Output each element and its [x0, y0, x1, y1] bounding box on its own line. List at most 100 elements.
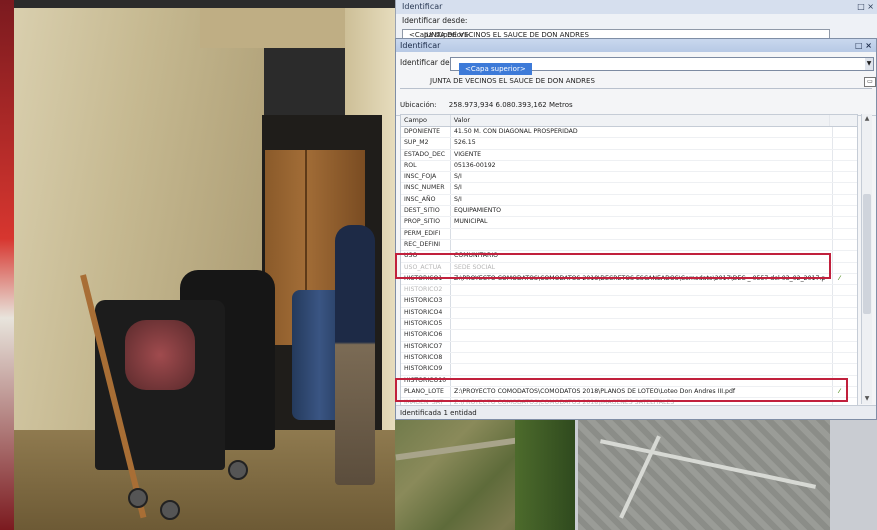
- cell-campo: HISTORICO4: [401, 307, 451, 319]
- cell-campo: SUP_M2: [401, 138, 451, 149]
- cell-valor: S/I: [451, 183, 833, 194]
- cell-valor: [451, 307, 833, 319]
- cell-extra: [833, 342, 857, 352]
- map-vegetation: [515, 412, 575, 530]
- photo-wheel: [228, 460, 248, 480]
- table-row[interactable]: INSC_AÑO S/I: [401, 194, 857, 207]
- scroll-thumb[interactable]: [863, 194, 871, 314]
- cell-campo: ESTADO_DEC: [401, 149, 451, 160]
- table-row[interactable]: PROP_SITIO MUNICIPAL: [401, 217, 857, 229]
- cell-valor: EQUIPAMIENTO: [451, 206, 833, 217]
- column-header-extra: [830, 115, 857, 126]
- cell-campo: HISTORICO3: [401, 296, 451, 307]
- table-row[interactable]: ESTADO_DEC VIGENTE: [401, 149, 857, 161]
- cell-campo: HISTORICO2: [401, 285, 451, 296]
- photo-wheel: [128, 488, 148, 508]
- cell-valor: [451, 228, 833, 239]
- aerial-map-left: [395, 412, 575, 530]
- cell-campo: PROP_SITIO: [401, 217, 451, 228]
- cell-extra: [833, 364, 857, 374]
- cell-campo: PERM_EDIFI: [401, 228, 451, 239]
- table-row[interactable]: HISTORICO2: [401, 285, 857, 297]
- highlight-imagen-ter: [395, 378, 848, 402]
- cell-valor: 526.15: [451, 138, 833, 149]
- cell-campo: HISTORICO8: [401, 352, 451, 364]
- identify-from-row: Identificar desde: <Capa superior> ▼: [396, 52, 876, 75]
- cell-campo: DPONIENTE: [401, 127, 451, 138]
- cell-extra: [833, 296, 857, 306]
- table-row[interactable]: INSC_NUMER S/I: [401, 183, 857, 195]
- scroll-up-icon[interactable]: ▲: [862, 114, 872, 124]
- vertical-scrollbar[interactable]: ▲ ▼: [861, 114, 872, 404]
- cell-campo: INSC_NUMER: [401, 183, 451, 194]
- cell-extra: [833, 161, 857, 171]
- cell-extra: [833, 172, 857, 182]
- cell-campo: HISTORICO9: [401, 364, 451, 375]
- table-row[interactable]: HISTORICO8: [401, 352, 857, 365]
- cell-campo: ROL: [401, 160, 451, 172]
- back-window-title: Identificar: [402, 2, 443, 11]
- table-row[interactable]: HISTORICO5: [401, 319, 857, 331]
- chevron-down-icon[interactable]: ▼: [865, 58, 873, 70]
- table-row[interactable]: PERM_EDIFI: [401, 228, 857, 240]
- table-row[interactable]: DPONIENTE 41.50 M. CON DIAGONAL PROSPERID…: [401, 127, 857, 139]
- scroll-down-icon[interactable]: ▼: [862, 394, 872, 404]
- table-row[interactable]: HISTORICO3: [401, 296, 857, 308]
- cell-extra: [833, 319, 857, 329]
- identify-window: Identificar □ × Identificar desde: <Capa…: [395, 38, 877, 420]
- cell-extra: [833, 251, 857, 261]
- table-row[interactable]: ROL 05136-00192: [401, 160, 857, 173]
- cell-extra: [833, 240, 857, 250]
- window-controls[interactable]: □ ×: [855, 39, 872, 52]
- window-title: Identificar: [400, 41, 441, 50]
- expand-icon[interactable]: ▭: [864, 77, 876, 87]
- cell-campo: REC_DEFINI: [401, 239, 451, 251]
- location-row: Ubicación: 258.973,934 6.080.393,162 Met…: [396, 95, 876, 116]
- table-row[interactable]: HISTORICO7: [401, 341, 857, 353]
- cell-extra: [833, 263, 857, 273]
- cell-valor: [451, 330, 833, 341]
- cell-valor: [451, 341, 833, 352]
- location-value: 258.973,934 6.080.393,162 Metros: [448, 101, 573, 109]
- photo-blanket: [125, 320, 195, 390]
- table-row[interactable]: DEST_SITIO EQUIPAMIENTO: [401, 206, 857, 218]
- cell-valor: MUNICIPAL: [451, 217, 833, 228]
- table-row[interactable]: REC_DEFINI: [401, 239, 857, 252]
- cell-valor: S/I: [451, 194, 833, 206]
- cell-campo: HISTORICO7: [401, 341, 451, 352]
- cell-valor: 05136-00192: [451, 160, 833, 172]
- cell-extra: [833, 183, 857, 193]
- photo-wheel: [160, 500, 180, 520]
- photo-left-edge: [0, 0, 14, 530]
- cell-extra: [833, 150, 857, 160]
- cell-campo: HISTORICO6: [401, 330, 451, 341]
- identify-from-select[interactable]: <Capa superior> ▼: [450, 57, 874, 75]
- cell-extra: [833, 353, 857, 363]
- cell-extra: [833, 195, 857, 205]
- highlight-historico1: [395, 253, 831, 279]
- map-road: [599, 439, 817, 489]
- cell-extra: [833, 127, 857, 137]
- back-window-controls[interactable]: □ ×: [857, 0, 874, 14]
- table-row[interactable]: HISTORICO6: [401, 330, 857, 342]
- cell-extra: [833, 285, 857, 295]
- column-header-valor[interactable]: Valor: [451, 115, 831, 126]
- cell-campo: HISTORICO5: [401, 319, 451, 330]
- tree-item-entity[interactable]: JUNTA DE VECINOS EL SAUCE DE DON ANDRES …: [400, 74, 876, 89]
- hyperlink-icon[interactable]: ⁄: [833, 274, 857, 284]
- cell-extra: [833, 330, 857, 340]
- cell-valor: [451, 296, 833, 307]
- cell-extra: [833, 138, 857, 148]
- table-row[interactable]: HISTORICO9: [401, 364, 857, 376]
- cell-campo: INSC_FOJA: [401, 172, 451, 183]
- cell-valor: [451, 352, 833, 364]
- cell-valor: [451, 239, 833, 251]
- location-label: Ubicación:: [400, 101, 437, 109]
- table-row[interactable]: HISTORICO4: [401, 307, 857, 320]
- cell-valor: VIGENTE: [451, 149, 833, 160]
- table-row[interactable]: SUP_M2 526.15: [401, 138, 857, 150]
- table-header: Campo Valor: [401, 115, 857, 127]
- table-row[interactable]: INSC_FOJA S/I: [401, 172, 857, 184]
- column-header-campo[interactable]: Campo: [401, 115, 451, 126]
- cell-extra: [833, 308, 857, 318]
